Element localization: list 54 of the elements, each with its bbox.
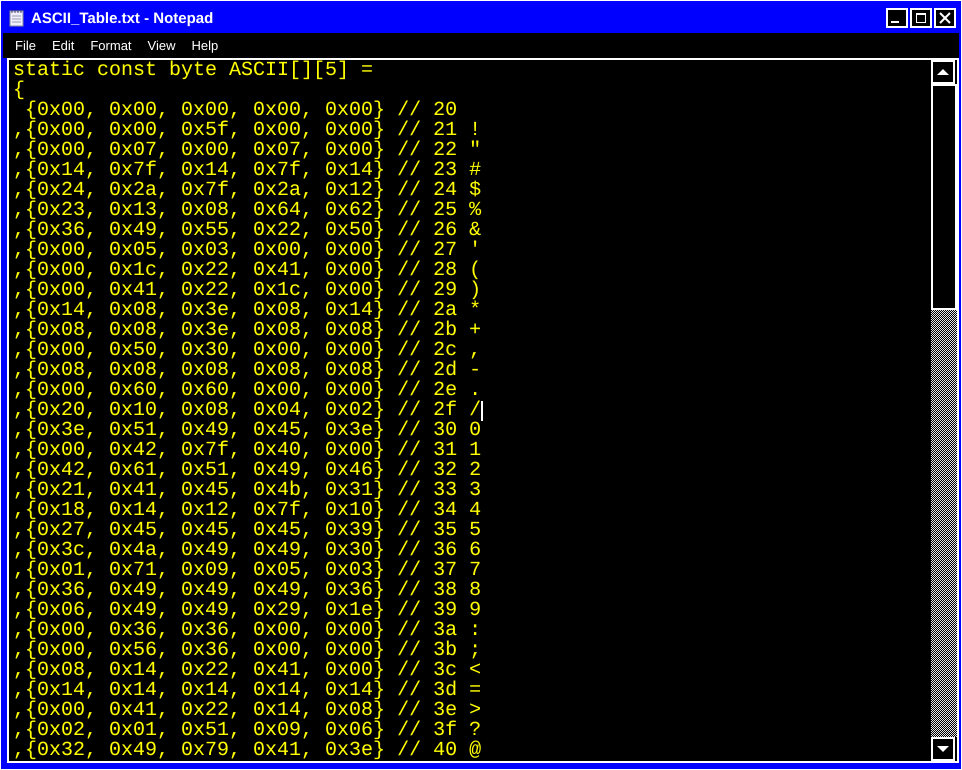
window-title: ASCII_Table.txt - Notepad — [31, 10, 214, 26]
code-line: {0x00, 0x00, 0x00, 0x00, 0x00} // 20 — [25, 101, 458, 121]
code-line: { — [13, 81, 26, 101]
code-line: ,{0x14, 0x08, 0x3e, 0x08, 0x14} // 2a * — [13, 301, 482, 321]
code-line: ,{0x42, 0x61, 0x51, 0x49, 0x46} // 32 2 — [13, 461, 482, 481]
code-line: ,{0x00, 0x56, 0x36, 0x00, 0x00} // 3b ; — [13, 641, 482, 661]
code-line: ,{0x23, 0x13, 0x08, 0x64, 0x62} // 25 % — [13, 201, 482, 221]
menu-item[interactable]: View — [140, 38, 184, 53]
code-line: ,{0x00, 0x36, 0x36, 0x00, 0x00} // 3a : — [13, 621, 482, 641]
code-line: ,{0x20, 0x10, 0x08, 0x04, 0x02} // 2f / — [13, 401, 482, 421]
code-line: ,{0x08, 0x08, 0x3e, 0x08, 0x08} // 2b + — [13, 321, 482, 341]
down-arrow-icon — [936, 745, 950, 753]
code-line: ,{0x18, 0x14, 0x12, 0x7f, 0x10} // 34 4 — [13, 501, 482, 521]
menu-item[interactable]: Format — [82, 38, 140, 53]
code-line: ,{0x08, 0x14, 0x22, 0x41, 0x00} // 3c < — [13, 661, 482, 681]
code-line: ,{0x00, 0x41, 0x22, 0x1c, 0x00} // 29 ) — [13, 281, 482, 301]
menu-item[interactable]: Help — [183, 38, 226, 53]
code-line: ,{0x00, 0x05, 0x03, 0x00, 0x00} // 27 ' — [13, 241, 482, 261]
code-line: ,{0x00, 0x00, 0x5f, 0x00, 0x00} // 21 ! — [13, 121, 482, 141]
code-line: ,{0x00, 0x07, 0x00, 0x07, 0x00} // 22 " — [13, 141, 482, 161]
maximize-icon — [914, 11, 928, 25]
code-line: ,{0x3c, 0x4a, 0x49, 0x49, 0x30} // 36 6 — [13, 541, 482, 561]
code-line: ,{0x36, 0x49, 0x55, 0x22, 0x50} // 26 & — [13, 221, 482, 241]
code-line: ,{0x02, 0x01, 0x51, 0x09, 0x06} // 3f ? — [13, 721, 482, 741]
minimize-button[interactable] — [886, 8, 908, 28]
close-icon — [938, 11, 952, 25]
code-line: ,{0x01, 0x71, 0x09, 0x05, 0x03} // 37 7 — [13, 561, 482, 581]
code-line: ,{0x00, 0x1c, 0x22, 0x41, 0x00} // 28 ( — [13, 261, 482, 281]
scrollbar[interactable] — [929, 60, 957, 761]
code-line: ,{0x32, 0x49, 0x79, 0x41, 0x3e} // 40 @ — [13, 741, 482, 761]
code-line: ,{0x36, 0x49, 0x49, 0x49, 0x36} // 38 8 — [13, 581, 482, 601]
code-line: ,{0x00, 0x60, 0x60, 0x00, 0x00} // 2e . — [13, 381, 482, 401]
maximize-button[interactable] — [910, 8, 932, 28]
code-line: ,{0x3e, 0x51, 0x49, 0x45, 0x3e} // 30 0 — [13, 421, 482, 441]
up-arrow-icon — [936, 68, 950, 76]
code-line: ,{0x27, 0x45, 0x45, 0x45, 0x39} // 35 5 — [13, 521, 482, 541]
menu-item[interactable]: Edit — [44, 38, 82, 53]
code-line: ,{0x24, 0x2a, 0x7f, 0x2a, 0x12} // 24 $ — [13, 181, 482, 201]
code-line: ,{0x00, 0x50, 0x30, 0x00, 0x00} // 2c , — [13, 341, 482, 361]
code-line: ,{0x08, 0x08, 0x08, 0x08, 0x08} // 2d - — [13, 361, 482, 381]
notepad-icon — [9, 9, 25, 27]
scroll-up-button[interactable] — [931, 60, 955, 84]
code-line: static const byte ASCII[][5] = — [13, 61, 374, 81]
code-line: ,{0x00, 0x41, 0x22, 0x14, 0x08} // 3e > — [13, 701, 482, 721]
code-line: ,{0x14, 0x14, 0x14, 0x14, 0x14} // 3d = — [13, 681, 482, 701]
code-line: ,{0x21, 0x41, 0x45, 0x4b, 0x31} // 33 3 — [13, 481, 482, 501]
close-button[interactable] — [934, 8, 956, 28]
minimize-icon — [891, 21, 899, 23]
scroll-down-button[interactable] — [931, 737, 955, 761]
code-line: ,{0x14, 0x7f, 0x14, 0x7f, 0x14} // 23 # — [13, 161, 482, 181]
menu-item[interactable]: File — [7, 38, 44, 53]
scroll-thumb[interactable] — [931, 84, 957, 310]
code-line: ,{0x06, 0x49, 0x49, 0x29, 0x1e} // 39 9 — [13, 601, 482, 621]
code-line: ,{0x00, 0x42, 0x7f, 0x40, 0x00} // 31 1 — [13, 441, 482, 461]
